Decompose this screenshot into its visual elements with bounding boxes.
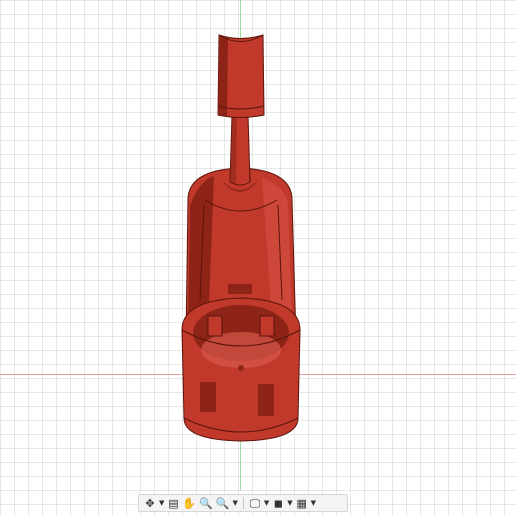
navigation-toolbar: ✥ ▼ ▤ ✋ 🔍 🔍 ▼ 🖵 ▼ ◼ ▼ ▦ ▼ [138,494,348,512]
display-settings-icon[interactable]: 🖵 [248,495,262,511]
pan-hand-icon[interactable]: ✋ [181,495,197,511]
zoom-icon[interactable]: 🔍 [198,495,214,511]
look-at-icon[interactable]: ▤ [166,495,180,511]
model-ring-window-2 [258,384,274,416]
chevron-down-icon[interactable]: ▼ [263,499,270,507]
orbit-icon[interactable]: ✥ [143,495,157,511]
model-ring-inner-slot-left [207,315,223,337]
model-ring-floor [201,332,281,368]
chevron-down-icon[interactable]: ▼ [232,499,239,507]
3d-viewport[interactable]: ✥ ▼ ▤ ✋ 🔍 🔍 ▼ 🖵 ▼ ◼ ▼ ▦ ▼ [0,0,516,516]
model-tab [228,284,252,294]
model-ring-inner-slot-right [259,315,275,337]
chevron-down-icon[interactable]: ▼ [158,499,165,507]
visual-style-icon[interactable]: ◼ [271,495,285,511]
zoom-window-icon[interactable]: 🔍 [215,495,231,511]
chevron-down-icon[interactable]: ▼ [286,499,293,507]
model-center-mark [238,365,244,371]
chevron-down-icon[interactable]: ▼ [310,499,317,507]
model-ring-window-1 [200,382,216,412]
red-3d-model[interactable] [0,0,516,516]
model-top-socket-shade [218,35,228,116]
toolbar-separator [242,497,244,509]
model-shaft-shade [230,115,237,184]
grid-settings-icon[interactable]: ▦ [295,495,309,511]
